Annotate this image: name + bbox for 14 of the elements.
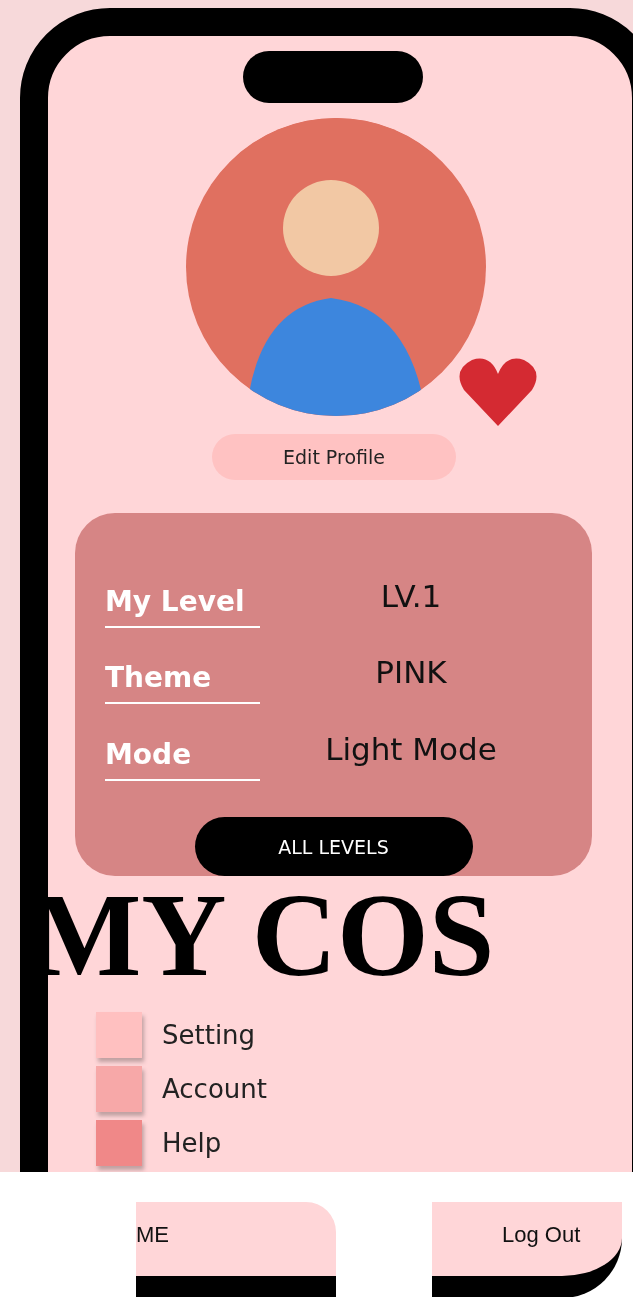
nav-item[interactable]: Log Out	[432, 1202, 622, 1297]
row-label: Mode	[105, 738, 260, 781]
row-value: PINK	[374, 654, 448, 693]
heart-icon	[458, 356, 538, 428]
menu-item[interactable]: Setting	[162, 1020, 256, 1050]
row-value: Light Mode	[324, 731, 498, 769]
menu-item[interactable]: Help	[162, 1128, 222, 1158]
row-label: Theme	[105, 661, 260, 705]
row-value: LV.1	[379, 577, 443, 616]
menu-item[interactable]: Account	[162, 1074, 267, 1104]
all-levels-button[interactable]: ALL LEVELS	[194, 817, 473, 876]
edit-profile-button[interactable]: Edit Profile	[212, 434, 456, 480]
nav-item[interactable]: ME	[136, 1202, 336, 1297]
row-label: My Level	[105, 584, 260, 628]
